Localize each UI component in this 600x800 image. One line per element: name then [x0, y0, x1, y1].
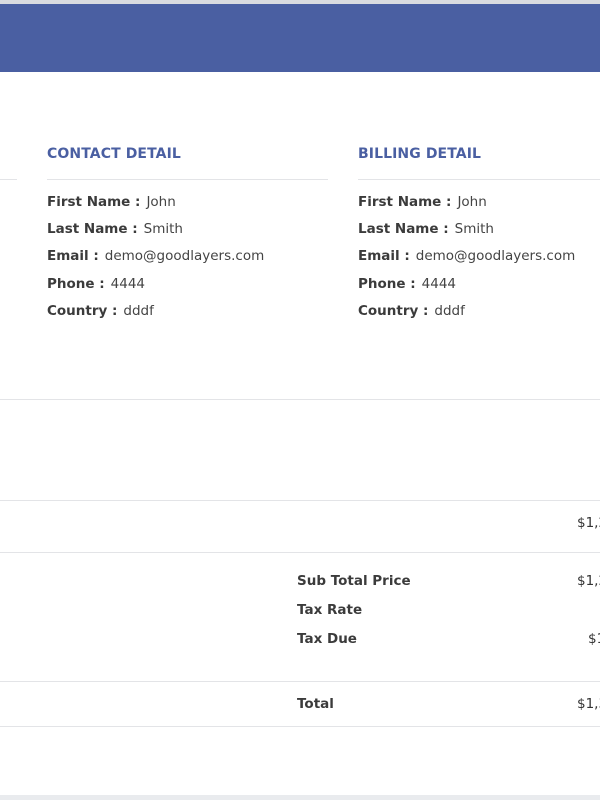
divider-left-fragment: [0, 179, 17, 180]
contact-last-name-label: Last Name :: [47, 221, 138, 237]
billing-title-divider: [358, 179, 600, 180]
total-value: $1,3: [577, 696, 600, 712]
billing-country-value: dddf: [434, 303, 465, 319]
billing-email-label: Email :: [358, 248, 410, 264]
billing-first-name-value: John: [457, 194, 487, 210]
billing-phone-value: 4444: [421, 276, 457, 292]
contact-email-label: Email :: [47, 248, 99, 264]
contact-detail-title: CONTACT DETAIL: [47, 146, 181, 162]
billing-first-name-label: First Name :: [358, 194, 452, 210]
billing-phone: Phone : 4444: [358, 276, 456, 296]
contact-first-name-value: John: [146, 194, 176, 210]
item-price-value: $1,2: [577, 515, 600, 531]
billing-country-label: Country :: [358, 303, 429, 319]
tax-due-label: Tax Due: [297, 631, 357, 647]
contact-country: Country : dddf: [47, 303, 154, 323]
total-top-divider: [0, 681, 600, 682]
contact-first-name-label: First Name :: [47, 194, 141, 210]
item-row-top-divider: [0, 500, 600, 501]
contact-phone-label: Phone :: [47, 276, 105, 292]
invoice-page: CONTACT DETAIL First Name : John Last Nam…: [0, 0, 600, 800]
contact-email-value: demo@goodlayers.com: [104, 248, 265, 264]
tax-rate-label: Tax Rate: [297, 602, 363, 618]
billing-last-name-label: Last Name :: [358, 221, 449, 237]
contact-first-name: First Name : John: [47, 194, 176, 214]
contact-country-label: Country :: [47, 303, 118, 319]
subtotal-label: Sub Total Price: [297, 573, 411, 589]
contact-country-value: dddf: [123, 303, 154, 319]
contact-phone: Phone : 4444: [47, 276, 145, 296]
billing-last-name-value: Smith: [454, 221, 494, 237]
total-label: Total: [297, 696, 334, 712]
item-row-bottom-divider: [0, 552, 600, 553]
billing-email: Email : demo@goodlayers.com: [358, 248, 575, 268]
contact-title-divider: [47, 179, 328, 180]
section-divider: [0, 399, 600, 400]
subtotal-value: $1,2: [577, 573, 600, 589]
contact-phone-value: 4444: [110, 276, 146, 292]
billing-country: Country : dddf: [358, 303, 465, 323]
contact-last-name: Last Name : Smith: [47, 221, 183, 241]
invoice-header-bar: [0, 4, 600, 72]
contact-email: Email : demo@goodlayers.com: [47, 248, 264, 268]
billing-email-value: demo@goodlayers.com: [415, 248, 576, 264]
billing-last-name: Last Name : Smith: [358, 221, 494, 241]
total-bottom-divider: [0, 726, 600, 727]
bottom-strip: [0, 795, 600, 800]
billing-first-name: First Name : John: [358, 194, 487, 214]
billing-detail-title: BILLING DETAIL: [358, 146, 482, 162]
tax-due-value: $1: [588, 631, 600, 647]
contact-last-name-value: Smith: [143, 221, 183, 237]
billing-phone-label: Phone :: [358, 276, 416, 292]
